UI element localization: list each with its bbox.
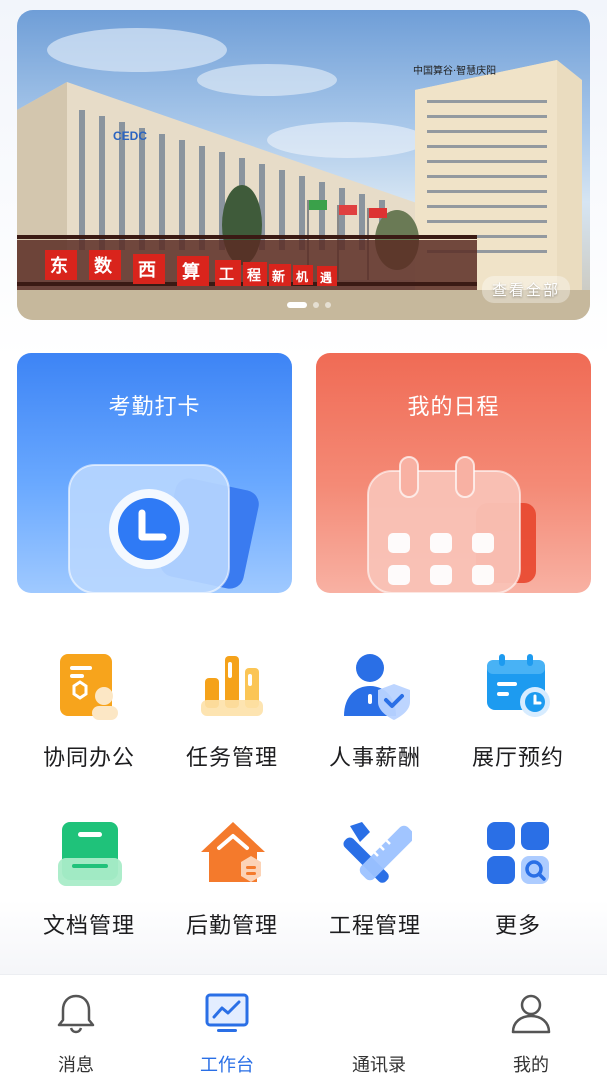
- fence-char: 遇: [320, 271, 332, 285]
- task-chart-icon: [201, 656, 263, 716]
- grid-item-task[interactable]: 任务管理: [162, 650, 302, 790]
- tab-label: 我的: [513, 1055, 549, 1076]
- grid-item-more[interactable]: 更多: [448, 818, 588, 958]
- grid-item-hr[interactable]: 人事薪酬: [305, 650, 445, 790]
- grid-item-label: 人事薪酬: [328, 746, 421, 771]
- fence-char: 算: [182, 261, 200, 283]
- grid-item-exhibition[interactable]: 展厅预约: [448, 650, 588, 790]
- grid-item-label: 后勤管理: [185, 914, 278, 939]
- banner-carousel[interactable]: CEDC 中国算谷·智慧庆阳 东 数 西 算 工 程 新 机 遇 查看全部: [17, 10, 590, 320]
- bottom-tab-bar: 消息 工作台 通讯录 我的: [0, 974, 607, 1080]
- carousel-dot: [325, 302, 331, 308]
- carousel-indicator: [287, 302, 331, 308]
- tab-label: 工作台: [200, 1055, 254, 1076]
- person-shield-icon: [344, 654, 410, 720]
- user-icon: [511, 994, 551, 1034]
- tab-messages[interactable]: 消息: [16, 975, 136, 1080]
- carousel-dot: [313, 302, 319, 308]
- fence-char: 数: [94, 255, 113, 277]
- view-all-button[interactable]: 查看全部: [481, 276, 570, 303]
- grid-item-engineering[interactable]: 工程管理: [305, 818, 445, 958]
- document-tray-icon: [58, 822, 122, 886]
- grid-item-documents[interactable]: 文档管理: [19, 818, 159, 958]
- roof-sign-text: 中国算谷·智慧庆阳: [413, 64, 496, 77]
- dashboard-chart-icon: [205, 993, 249, 1032]
- fence-char: 程: [247, 268, 261, 284]
- grid-item-logistics[interactable]: 后勤管理: [162, 818, 302, 958]
- calendar-clock-icon: [487, 654, 550, 717]
- attendance-card[interactable]: 考勤打卡: [17, 353, 292, 593]
- grid-item-label: 文档管理: [42, 914, 135, 939]
- tools-icon: [343, 822, 412, 883]
- building-logo-text: CEDC: [113, 129, 147, 143]
- tab-label: 通讯录: [352, 1055, 406, 1076]
- tab-label: 消息: [58, 1055, 94, 1076]
- grid-item-collaboration[interactable]: 协同办公: [19, 650, 159, 790]
- carousel-dot-active: [287, 302, 307, 308]
- collaboration-icon: [60, 654, 118, 720]
- tab-mine[interactable]: 我的: [471, 975, 591, 1080]
- tab-workbench[interactable]: 工作台: [167, 975, 287, 1080]
- bell-icon: [57, 994, 95, 1034]
- apps-grid-icon: [487, 822, 549, 884]
- calendar-icon: [367, 456, 536, 593]
- banner-photo: CEDC 中国算谷·智慧庆阳 东 数 西 算 工 程 新 机 遇: [17, 28, 590, 320]
- tab-contacts[interactable]: 通讯录: [319, 975, 439, 1080]
- fence-char: 东: [50, 255, 68, 277]
- grid-item-label: 协同办公: [42, 746, 135, 771]
- fence-char: 西: [138, 260, 156, 281]
- schedule-card[interactable]: 我的日程: [316, 353, 591, 593]
- grid-item-label: 任务管理: [185, 746, 278, 771]
- fence-char: 工: [219, 265, 234, 283]
- grid-item-label: 工程管理: [328, 914, 421, 939]
- fence-char: 机: [296, 269, 308, 284]
- house-icon: [201, 822, 265, 882]
- fence-char: 新: [272, 269, 285, 285]
- clock-icon: [68, 464, 259, 593]
- grid-item-label: 展厅预约: [471, 746, 564, 771]
- grid-item-label: 更多: [494, 914, 541, 939]
- contacts-icon: [357, 991, 401, 1035]
